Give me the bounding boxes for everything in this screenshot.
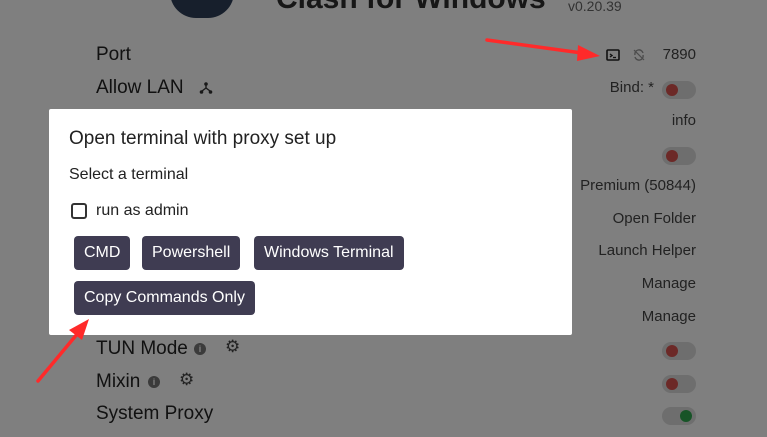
windows-terminal-button[interactable]: Windows Terminal — [254, 236, 404, 270]
powershell-button[interactable]: Powershell — [142, 236, 241, 270]
run-as-admin-checkbox[interactable] — [71, 203, 87, 219]
copy-commands-button[interactable]: Copy Commands Only — [74, 281, 255, 315]
terminal-dialog: Open terminal with proxy set up Select a… — [49, 109, 572, 335]
run-as-admin-option[interactable]: run as admin — [71, 201, 189, 221]
dialog-subtitle: Select a terminal — [69, 166, 189, 183]
run-as-admin-label[interactable]: run as admin — [96, 202, 189, 220]
dialog-title: Open terminal with proxy set up — [69, 128, 337, 149]
cmd-button[interactable]: CMD — [74, 236, 131, 270]
